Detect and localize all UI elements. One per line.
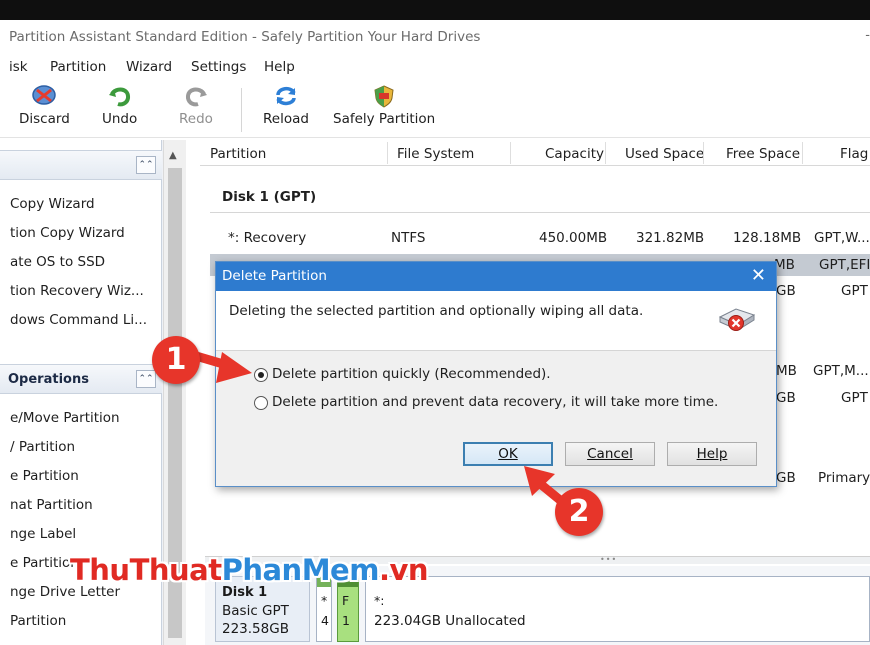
step-1-badge: 1 — [152, 336, 200, 384]
step-2-badge: 2 — [555, 488, 603, 536]
arrow-head-step-1 — [216, 352, 252, 383]
annotation-arrows — [191, 351, 565, 505]
